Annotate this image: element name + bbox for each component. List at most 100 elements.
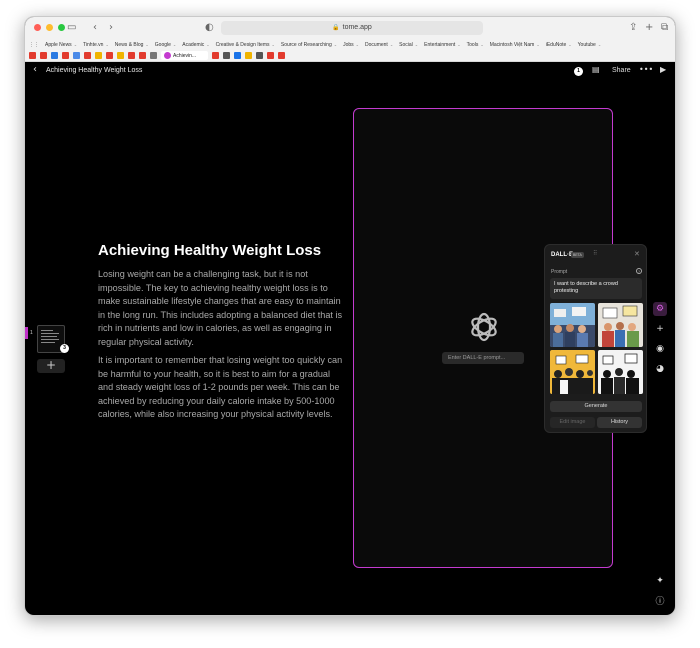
generated-image-4[interactable]: [598, 350, 643, 394]
active-slide-marker: [25, 327, 28, 339]
chevron-down-icon: ⌄: [105, 42, 109, 47]
bookmark-folder[interactable]: Entertainment ⌄: [424, 42, 461, 48]
window-controls: [34, 24, 65, 31]
generate-button[interactable]: Generate: [550, 401, 642, 412]
favorite-site-icon[interactable]: [84, 52, 91, 59]
chevron-down-icon: ⌄: [333, 42, 338, 47]
favorite-site-icon[interactable]: [212, 52, 220, 59]
help-circle-icon[interactable]: ⓘ: [653, 595, 667, 609]
favorites-bar: Achievin...: [25, 50, 675, 62]
back-arrow-icon[interactable]: ‹: [33, 64, 37, 75]
favorite-site-icon[interactable]: [62, 52, 69, 59]
dalle-tool-icon[interactable]: ⚙: [653, 302, 667, 316]
favorite-site-icon[interactable]: [117, 52, 124, 59]
generated-image-1[interactable]: [550, 303, 595, 347]
tab-label: Achievin...: [173, 52, 197, 59]
bookmark-folder[interactable]: iEduNote ⌄: [546, 42, 572, 48]
bookmark-folder[interactable]: Youtube ⌄: [578, 42, 602, 48]
generated-image-2[interactable]: [598, 303, 643, 347]
play-icon[interactable]: ▶: [660, 65, 666, 74]
back-icon[interactable]: ‹: [93, 21, 97, 35]
bookmark-label: Jobs: [343, 41, 354, 48]
dalle-title: DALL·E: [551, 252, 573, 258]
favorite-site-icon[interactable]: [73, 52, 80, 59]
bookmark-folder[interactable]: Macintosh Việt Nam ⌄: [490, 42, 540, 48]
bookmark-folder[interactable]: Social ⌄: [399, 42, 418, 48]
share-button[interactable]: Share: [612, 67, 631, 74]
grid-icon[interactable]: ⋮⋮: [29, 42, 39, 48]
bookmark-folder[interactable]: News & Blog ⌄: [115, 42, 149, 48]
new-tab-icon[interactable]: +: [645, 21, 653, 35]
bookmark-label: Entertainment: [424, 41, 456, 48]
slide-paragraph-1[interactable]: Losing weight can be a challenging task,…: [98, 268, 346, 350]
privacy-shield-icon[interactable]: ◐: [205, 21, 214, 35]
address-bar[interactable]: 🔒 tome.app: [221, 21, 483, 35]
comment-icon[interactable]: ▤: [592, 65, 600, 74]
active-tab[interactable]: Achievin...: [161, 51, 209, 60]
slide-title[interactable]: Achieving Healthy Weight Loss: [98, 242, 321, 259]
close-icon[interactable]: ✕: [634, 250, 640, 258]
favorite-site-icon[interactable]: [40, 52, 47, 59]
favorite-site-icon[interactable]: [245, 52, 253, 59]
favorite-site-icon[interactable]: [223, 52, 231, 59]
drag-handle-icon[interactable]: ⠿: [593, 250, 597, 257]
slide-number: 1: [30, 330, 33, 336]
forward-icon[interactable]: ›: [109, 21, 113, 35]
add-slide-button[interactable]: +: [37, 359, 65, 373]
ai-sparkle-icon[interactable]: ✦: [653, 574, 667, 588]
generated-image-3[interactable]: [550, 350, 595, 394]
prompt-textarea[interactable]: I want to describe a crowd protesting: [550, 278, 642, 299]
favorite-site-icon[interactable]: [150, 52, 157, 59]
bookmark-label: Macintosh Việt Nam: [489, 41, 535, 48]
chevron-down-icon: ⌄: [457, 42, 461, 47]
more-icon[interactable]: •••: [639, 65, 653, 74]
notification-badge[interactable]: 1: [574, 67, 583, 76]
help-icon[interactable]: ?: [636, 268, 642, 274]
dalle-prompt-input[interactable]: Enter DALL-E prompt...: [442, 352, 524, 364]
tab-overview-icon[interactable]: ⧉: [661, 21, 668, 35]
zoom-window-button[interactable]: [58, 24, 65, 31]
add-icon[interactable]: +: [653, 322, 667, 336]
favorite-site-icon[interactable]: [106, 52, 113, 59]
minimize-window-button[interactable]: [46, 24, 53, 31]
bookmark-label: News & Blog: [114, 41, 144, 48]
chevron-down-icon: ⌄: [172, 42, 177, 47]
bookmark-folder[interactable]: Academic ⌄: [182, 42, 209, 48]
favorite-site-icon[interactable]: [139, 52, 146, 59]
favorite-site-icon[interactable]: [29, 52, 36, 59]
chevron-down-icon: ⌄: [355, 42, 360, 47]
palette-icon[interactable]: ◕: [653, 362, 667, 376]
bookmark-folder[interactable]: Google ⌄: [155, 42, 176, 48]
openai-logo-icon: [471, 312, 497, 342]
bookmark-folder[interactable]: Creative & Design Items ⌄: [216, 42, 275, 48]
close-window-button[interactable]: [34, 24, 41, 31]
beta-badge: BETA: [571, 252, 584, 258]
edit-image-button[interactable]: Edit image: [550, 417, 595, 428]
favorite-site-icon[interactable]: [51, 52, 58, 59]
favorite-site-icon[interactable]: [267, 52, 275, 59]
share-icon[interactable]: ⇪: [629, 21, 637, 35]
bookmark-folder[interactable]: Apple News ⌄: [45, 42, 77, 48]
favorite-site-icon[interactable]: [256, 52, 264, 59]
sidebar-toggle-icon[interactable]: ▭: [67, 21, 76, 35]
favorite-site-icon[interactable]: [95, 52, 102, 59]
slide-paragraph-2[interactable]: It is important to remember that losing …: [98, 354, 346, 422]
bookmark-label: Document: [365, 41, 388, 48]
record-icon[interactable]: ◉: [653, 342, 667, 356]
chevron-down-icon: ⌄: [73, 42, 78, 47]
bookmark-label: Google: [154, 41, 171, 48]
favorite-site-icon[interactable]: [234, 52, 242, 59]
bookmark-folder[interactable]: Document ⌄: [365, 42, 393, 48]
chevron-down-icon: ⌄: [414, 42, 419, 47]
favorite-site-icon[interactable]: [278, 52, 286, 59]
bookmark-folder[interactable]: Source of Researching ⌄: [281, 42, 337, 48]
favorite-site-icon[interactable]: [128, 52, 135, 59]
app-header: ‹ Achieving Healthy Weight Loss 1 ▤ Shar…: [25, 62, 675, 80]
bookmark-folder[interactable]: Jobs ⌄: [343, 42, 359, 48]
history-button[interactable]: History: [597, 417, 642, 428]
bookmark-label: Academic: [182, 41, 205, 48]
bookmark-folder[interactable]: Tinhte.vn ⌄: [83, 42, 109, 48]
document-title: Achieving Healthy Weight Loss: [46, 67, 143, 74]
browser-window: ▭ ‹ › ◐ 🔒 tome.app ⇪ + ⧉ ⋮⋮ Apple News ⌄ Ti…: [24, 16, 676, 616]
bookmark-folder[interactable]: Tools ⌄: [467, 42, 484, 48]
